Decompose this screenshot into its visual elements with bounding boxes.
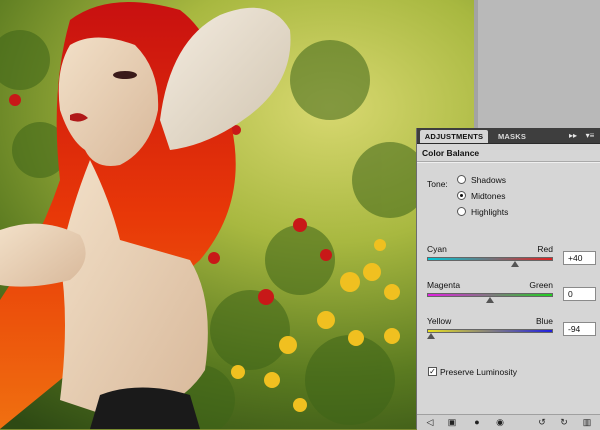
- view-previous-icon[interactable]: ◉: [493, 417, 507, 428]
- slider-thumb[interactable]: [427, 333, 435, 339]
- radio-button-selected[interactable]: [457, 191, 466, 200]
- preserve-luminosity-label: Preserve Luminosity: [440, 367, 518, 377]
- trash-icon[interactable]: ▥: [580, 417, 594, 428]
- double-arrow-icon[interactable]: ▸▸: [567, 131, 579, 141]
- slider-thumb[interactable]: [486, 297, 494, 303]
- tab-masks[interactable]: MASKS: [492, 130, 532, 143]
- panel-tab-bar: ADJUSTMENTS MASKS ▸▸ ▾≡: [417, 128, 600, 144]
- slider-right-label: Blue: [535, 316, 553, 326]
- empty-canvas-area: [474, 0, 600, 128]
- reset-icon[interactable]: ↺: [535, 417, 549, 428]
- radio-button[interactable]: [457, 207, 466, 216]
- panel-title: Color Balance: [422, 148, 480, 158]
- eye-visibility-icon[interactable]: ●: [470, 417, 484, 428]
- preserve-luminosity-checkbox[interactable]: ✓: [428, 367, 437, 376]
- radio-button[interactable]: [457, 175, 466, 184]
- radio-label: Shadows: [471, 175, 506, 185]
- radio-label: Highlights: [471, 207, 509, 217]
- divider-highlight: [417, 162, 600, 163]
- slider-thumb[interactable]: [511, 261, 519, 267]
- cyan-red-value-field[interactable]: +40: [563, 251, 596, 265]
- slider-left-label: Magenta: [427, 280, 461, 290]
- panel-menu-icon[interactable]: ▾≡: [583, 131, 597, 141]
- return-arrow-icon[interactable]: ◁: [423, 417, 437, 428]
- tone-label: Tone:: [427, 179, 448, 189]
- panel-bottom-bar: ◁ ▣ ● ◉ ↺ ↻ ▥: [417, 414, 600, 430]
- clip-to-layer-icon[interactable]: ▣: [445, 417, 459, 428]
- canvas-edge: [474, 0, 478, 128]
- tab-adjustments[interactable]: ADJUSTMENTS: [420, 130, 488, 143]
- slider-track[interactable]: [427, 329, 553, 333]
- yellow-blue-value-field[interactable]: -94: [563, 322, 596, 336]
- slider-left-label: Cyan: [427, 244, 447, 254]
- slider-right-label: Red: [537, 244, 553, 254]
- magenta-green-value-field[interactable]: 0: [563, 287, 596, 301]
- slider-right-label: Green: [529, 280, 553, 290]
- slider-left-label: Yellow: [427, 316, 452, 326]
- adjustments-panel: ADJUSTMENTS MASKS ▸▸ ▾≡ Color Balance To…: [416, 128, 600, 430]
- slider-track[interactable]: [427, 257, 553, 261]
- refresh-icon[interactable]: ↻: [557, 417, 571, 428]
- radio-label: Midtones: [471, 191, 506, 201]
